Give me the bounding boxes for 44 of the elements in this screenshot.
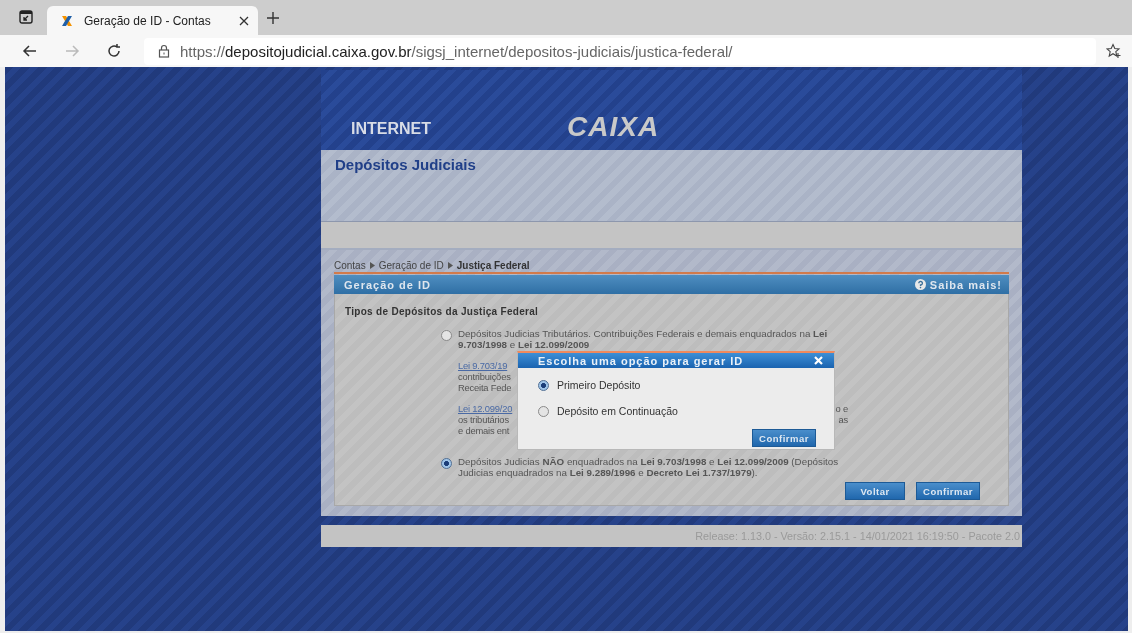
radio-label[interactable]: Primeiro Depósito [557,379,641,391]
action-button[interactable]: Voltar [845,482,906,500]
close-tab-icon[interactable] [239,15,249,26]
law-link[interactable]: Lei 9.703/19 [458,360,508,371]
browser-tab[interactable]: Geração de ID - Contas [47,6,258,35]
note-text: os tributários [458,414,509,425]
section-label: INTERNET [351,120,431,138]
help-link[interactable]: Saiba mais! [929,278,1002,291]
note-text: o e [835,403,848,414]
reload-icon[interactable] [106,43,122,59]
logo: CAIXA [567,111,660,143]
breadcrumb-item: Justiça Federal [456,260,530,271]
forward-icon [64,43,80,59]
radio-button[interactable] [538,379,549,391]
section-heading: Tipos de Depósitos da Justiça Federal [345,306,540,317]
breadcrumb-item[interactable]: Contas [334,260,366,271]
panel-title: Geração de ID [344,278,431,291]
option-text: Depósitos Judicias NÃO enquadrados na Lei 9.703/1998 e Lei 12.099/2009 (Depósitos Judicias enquadrados na Lei 9.289/1996 e Decreto Lei 1.737/1979). [458,456,840,478]
option-text: Depósitos Judicias Tributários. Contribuições Federais e demais enquadrados na Lei 9.703/1998 e Lei 12.099/2009 [458,328,829,350]
new-tab-icon[interactable] [266,11,280,25]
radio-button[interactable] [538,405,549,417]
breadcrumb-arrow-icon [369,262,375,269]
radio-button[interactable] [441,458,452,469]
note-text: Receita Fede [458,382,512,393]
radio-button[interactable] [441,330,452,341]
help-icon [914,279,926,290]
address-field[interactable]: https://depositojudicial.caixa.gov.br/sigsj_internet/depositos-judiciais/justica-federal/ [144,37,1096,65]
lock-icon [158,44,170,58]
law-link[interactable]: Lei 12.099/20 [458,403,513,414]
radio-label[interactable]: Depósito em Continuação [557,405,678,417]
site-favicon-icon [60,13,74,28]
favorite-star-icon[interactable] [1106,43,1122,59]
dialog-title: Escolha uma opção para gerar ID [538,354,744,367]
close-icon[interactable] [814,356,823,365]
confirm-button[interactable]: Confirmar [752,429,816,447]
back-icon[interactable] [22,43,38,59]
note-text: contribuições [458,371,511,382]
breadcrumb-arrow-icon [447,262,453,269]
page-title: Depósitos Judiciais [335,156,477,173]
note-text: e demais ent [458,425,510,436]
note-text: as [838,414,848,425]
breadcrumb-item[interactable]: Geração de ID [378,260,444,271]
action-button[interactable]: Confirmar [916,482,980,500]
tab-actions-icon[interactable] [19,10,33,24]
